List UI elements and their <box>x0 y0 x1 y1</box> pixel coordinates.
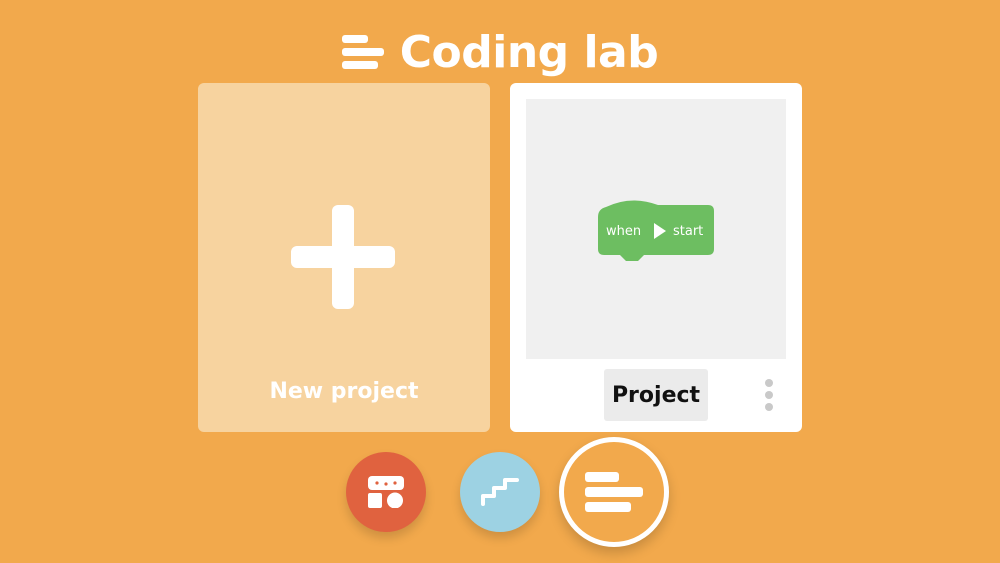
new-project-card[interactable]: New project <box>198 83 490 432</box>
block-start-text: start <box>673 224 703 239</box>
steps-mode-button[interactable] <box>460 452 540 532</box>
plus-icon <box>291 205 395 309</box>
coding-lab-icon <box>341 35 384 69</box>
new-project-label: New project <box>269 379 419 404</box>
page-title: Coding lab <box>399 26 659 78</box>
kebab-menu-icon[interactable] <box>758 375 780 415</box>
project-name-field[interactable]: Project <box>604 369 708 421</box>
project-thumbnail[interactable]: when start <box>526 99 786 359</box>
blocks-shapes-icon <box>368 476 404 508</box>
stairs-icon <box>481 478 519 506</box>
project-card: when start Project <box>510 83 802 432</box>
header: Coding lab <box>0 22 1000 82</box>
when-start-block: when start <box>598 200 714 261</box>
block-when-text: when <box>606 224 641 239</box>
coding-lab-icon <box>585 472 643 512</box>
coding-lab-mode-button[interactable] <box>559 437 669 547</box>
blocks-mode-button[interactable] <box>346 452 426 532</box>
